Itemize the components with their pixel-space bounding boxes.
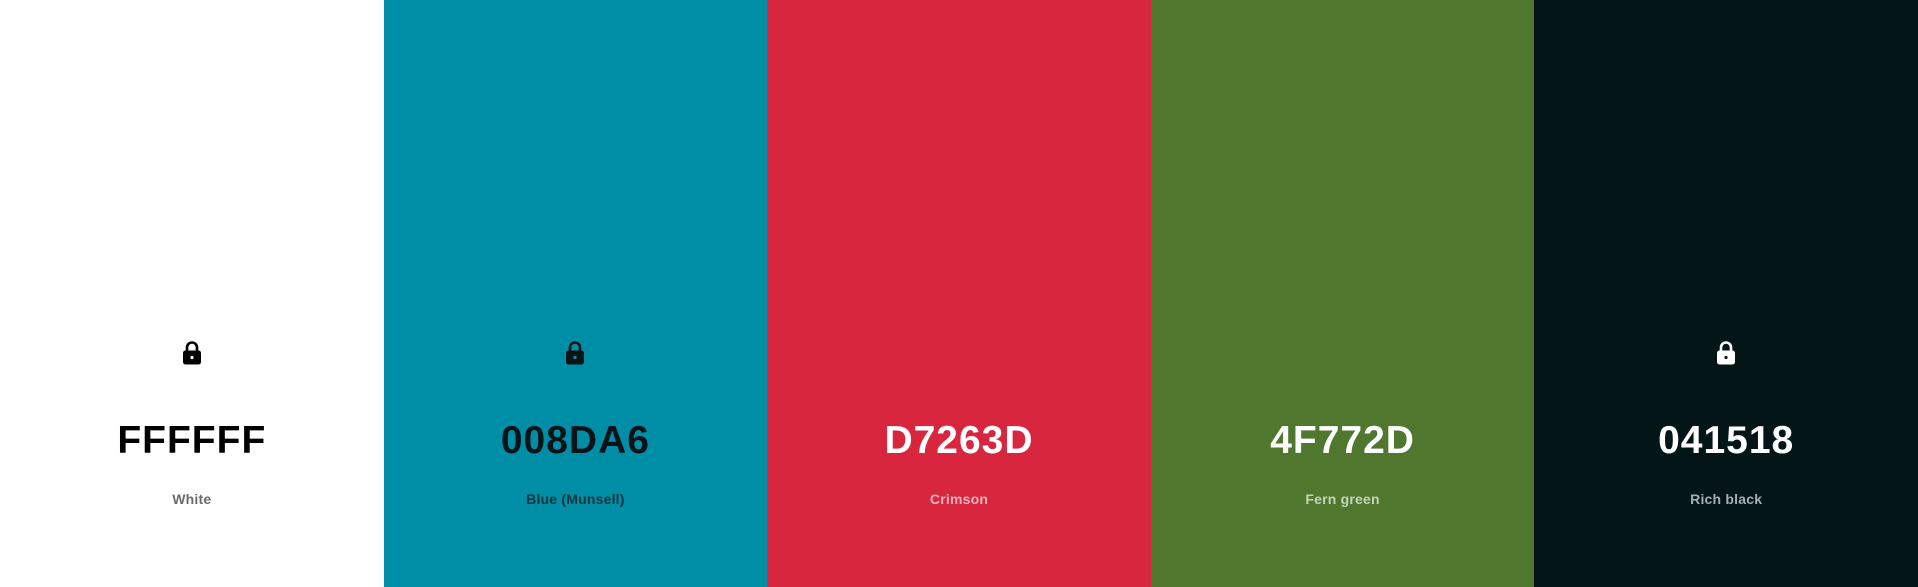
color-name: White <box>172 491 212 507</box>
hex-code[interactable]: FFFFFF <box>0 415 384 467</box>
lock-icon <box>1717 341 1736 365</box>
hex-code[interactable]: 008DA6 <box>384 415 768 467</box>
lock-button[interactable] <box>1714 339 1738 367</box>
hex-code[interactable]: 041518 <box>1534 415 1918 467</box>
lock-icon <box>566 341 585 365</box>
hex-code[interactable]: D7263D <box>767 415 1151 467</box>
lock-button[interactable] <box>563 339 587 367</box>
color-swatch-1[interactable]: FFFFFF White <box>0 0 384 587</box>
color-palette: FFFFFF White 008DA6 Blue (Munsell) D7263… <box>0 0 1918 587</box>
color-name: Rich black <box>1690 491 1763 507</box>
color-swatch-5[interactable]: 041518 Rich black <box>1534 0 1918 587</box>
color-swatch-4[interactable]: 4F772D Fern green <box>1150 0 1535 587</box>
color-name: Blue (Munsell) <box>526 491 625 507</box>
color-name: Crimson <box>929 491 989 507</box>
lock-icon <box>182 341 201 365</box>
color-swatch-3[interactable]: D7263D Crimson <box>767 0 1151 587</box>
color-swatch-2[interactable]: 008DA6 Blue (Munsell) <box>383 0 768 587</box>
color-name: Fern green <box>1305 491 1380 507</box>
lock-button[interactable] <box>180 339 204 367</box>
hex-code[interactable]: 4F772D <box>1151 415 1535 467</box>
